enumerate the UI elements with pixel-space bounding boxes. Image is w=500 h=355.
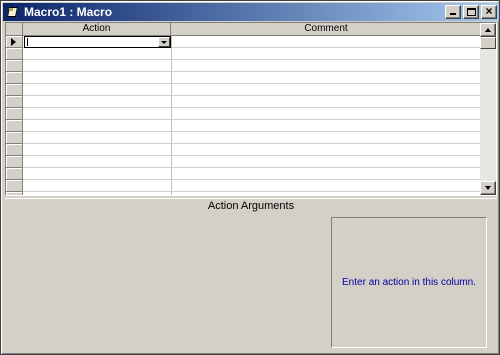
text-caret [27,38,28,46]
row-selector[interactable] [6,144,23,156]
row-gridline [23,179,482,180]
vertical-scrollbar[interactable] [480,23,496,195]
row-selector[interactable] [6,156,23,168]
row-gridline [23,83,482,84]
column-header-comment[interactable]: Comment [171,23,482,36]
row-gridline [23,143,482,144]
scroll-down-button[interactable] [480,181,496,195]
current-row-arrow-icon [11,38,16,46]
title-bar[interactable]: Macro1 : Macro × [3,3,499,21]
row-gridline [23,155,482,156]
action-arguments-header: Action Arguments [5,198,497,212]
hint-text: Enter an action in this column. [342,277,476,288]
action-arguments-panel[interactable] [5,215,327,350]
grid-corner-header [6,23,23,36]
close-button[interactable]: × [481,4,497,19]
macro-icon[interactable] [6,5,20,19]
row-selector[interactable] [6,48,23,60]
scroll-up-button[interactable] [480,23,496,37]
column-header-action[interactable]: Action [23,23,171,36]
row-selector[interactable] [6,192,23,195]
row-selector[interactable] [6,72,23,84]
row-selector[interactable] [6,36,23,48]
row-gridline [23,71,482,72]
chevron-down-icon [161,41,167,44]
row-gridline [23,131,482,132]
row-gridline [23,107,482,108]
macro-window: Macro1 : Macro × Action Comment Action A… [0,0,500,355]
scroll-thumb[interactable] [480,37,496,49]
arrow-up-icon [485,28,491,32]
row-gridline [23,119,482,120]
maximize-button[interactable] [463,5,479,19]
close-icon: × [485,4,493,18]
arrow-down-icon [485,186,491,190]
row-selector[interactable] [6,96,23,108]
minimize-icon [450,13,456,15]
window-title: Macro1 : Macro [24,5,113,19]
row-selector[interactable] [6,60,23,72]
row-selector[interactable] [6,168,23,180]
row-selector[interactable] [6,108,23,120]
action-combo-input[interactable] [24,36,171,48]
minimize-button[interactable] [445,5,461,19]
row-selector-column [6,36,23,195]
column-divider [171,36,172,195]
row-selector[interactable] [6,180,23,192]
macro-design-grid[interactable]: Action Comment [5,22,497,196]
row-selector[interactable] [6,132,23,144]
row-selector[interactable] [6,120,23,132]
row-gridline [23,167,482,168]
row-selector[interactable] [6,84,23,96]
row-gridline [23,95,482,96]
maximize-icon [467,8,476,16]
action-dropdown-button[interactable] [158,37,170,47]
row-gridline [23,59,482,60]
hint-panel: Enter an action in this column. [331,217,487,348]
row-gridline [23,191,482,192]
